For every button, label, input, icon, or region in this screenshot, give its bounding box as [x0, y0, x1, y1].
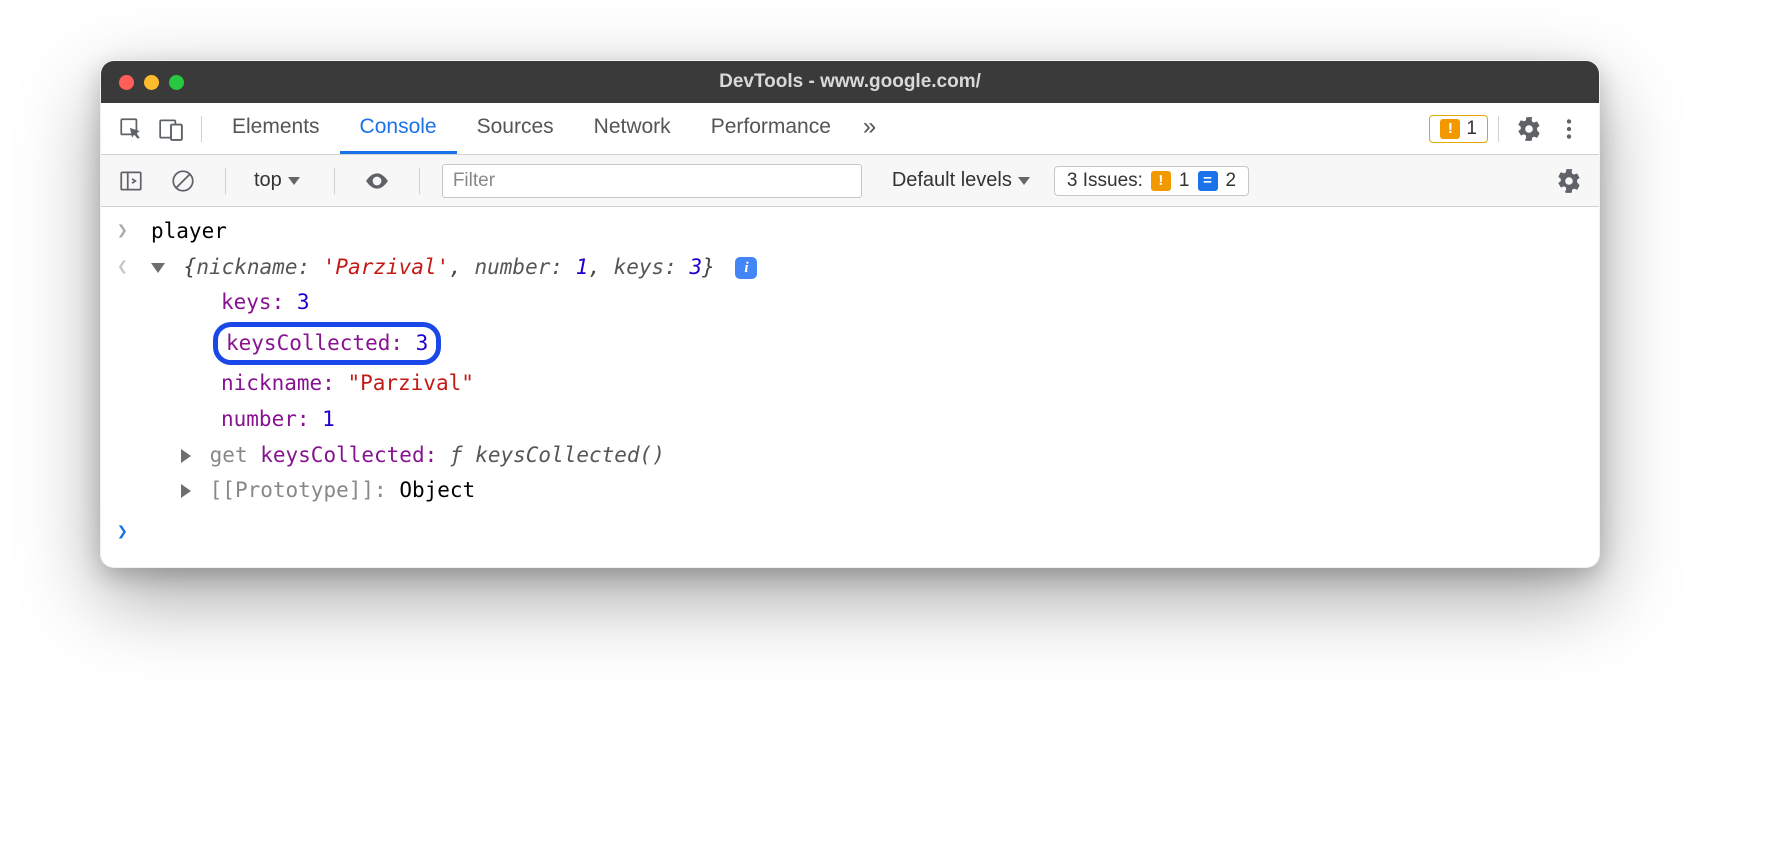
highlight-annotation: keysCollected: 3: [213, 322, 441, 366]
console-result[interactable]: ❮ {nickname: 'Parzival', number: 1, keys…: [117, 249, 1583, 285]
tab-performance[interactable]: Performance: [691, 103, 851, 154]
separator: [1498, 116, 1499, 142]
info-icon: =: [1198, 171, 1218, 191]
warning-icon: !: [1151, 171, 1171, 191]
console-settings-gear-icon[interactable]: [1549, 155, 1589, 206]
summary-key: keys:: [614, 255, 677, 279]
traffic-lights: [101, 75, 184, 90]
prop-value: 3: [416, 331, 429, 355]
summary-key: nickname:: [196, 255, 310, 279]
object-property: keys: 3: [117, 284, 1583, 320]
issues-warn-count: 1: [1179, 170, 1190, 192]
output-chevron-icon: ❮: [117, 249, 151, 282]
filter-input[interactable]: Filter: [442, 164, 862, 198]
prop-key: keys:: [221, 290, 284, 314]
object-property-highlighted: keysCollected: 3: [117, 320, 1583, 366]
log-levels-selector[interactable]: Default levels: [886, 169, 1042, 192]
titlebar: DevTools - www.google.com/: [101, 61, 1599, 103]
separator: [419, 168, 420, 194]
prop-value: "Parzival": [347, 371, 473, 395]
info-badge-icon[interactable]: i: [735, 257, 757, 279]
tabs-overflow-button[interactable]: »: [851, 103, 888, 154]
prop-key: number:: [221, 407, 310, 431]
separator: [201, 116, 202, 142]
context-label: top: [254, 169, 282, 192]
object-property: number: 1: [117, 401, 1583, 437]
getter-prefix: get: [210, 443, 261, 467]
minimize-window-button[interactable]: [144, 75, 159, 90]
close-window-button[interactable]: [119, 75, 134, 90]
chevron-down-icon: [288, 177, 300, 185]
object-property: nickname: "Parzival": [117, 365, 1583, 401]
disclosure-triangle-down-icon[interactable]: [151, 263, 165, 273]
console-prompt[interactable]: ❯: [117, 514, 1583, 547]
input-chevron-icon: ❯: [117, 213, 151, 246]
disclosure-triangle-right-icon[interactable]: [181, 449, 191, 463]
object-getter[interactable]: get keysCollected: ƒ keysCollected(): [117, 437, 1583, 473]
issues-button[interactable]: 3 Issues: ! 1 = 2: [1054, 166, 1249, 196]
tab-elements[interactable]: Elements: [212, 103, 340, 154]
tab-sources[interactable]: Sources: [457, 103, 574, 154]
separator: [225, 168, 226, 194]
console-output: ❯ player ❮ {nickname: 'Parzival', number…: [101, 207, 1599, 567]
warnings-badge[interactable]: ! 1: [1429, 115, 1488, 143]
live-expression-eye-icon[interactable]: [357, 155, 397, 206]
tab-network[interactable]: Network: [574, 103, 691, 154]
zoom-window-button[interactable]: [169, 75, 184, 90]
summary-val: 1: [576, 255, 589, 279]
prop-value: 3: [297, 290, 310, 314]
disclosure-triangle-right-icon[interactable]: [181, 484, 191, 498]
chevron-down-icon: [1018, 177, 1030, 185]
prop-key: nickname:: [221, 371, 335, 395]
device-toolbar-icon[interactable]: [151, 103, 191, 154]
warnings-count: 1: [1466, 118, 1477, 140]
window-title: DevTools - www.google.com/: [101, 71, 1599, 93]
prompt-chevron-icon: ❯: [117, 514, 151, 547]
separator: [334, 168, 335, 194]
tab-console[interactable]: Console: [340, 103, 457, 154]
summary-val: 3: [690, 255, 703, 279]
context-selector[interactable]: top: [248, 169, 312, 192]
summary-val: 'Parzival': [323, 255, 449, 279]
prop-key: keysCollected:: [226, 331, 403, 355]
filter-placeholder: Filter: [453, 170, 495, 192]
issues-label: 3 Issues:: [1067, 170, 1143, 192]
expression-text: player: [151, 213, 227, 249]
inspect-element-icon[interactable]: [111, 103, 151, 154]
kebab-menu-icon[interactable]: [1549, 103, 1589, 154]
settings-gear-icon[interactable]: [1509, 103, 1549, 154]
clear-console-icon[interactable]: [163, 155, 203, 206]
brace: }: [702, 255, 715, 279]
console-toolbar: top Filter Default levels 3 Issues: ! 1 …: [101, 155, 1599, 207]
levels-label: Default levels: [892, 169, 1012, 192]
warning-icon: !: [1440, 119, 1460, 139]
prop-value: 1: [322, 407, 335, 431]
summary-key: number:: [475, 255, 564, 279]
console-input-echo: ❯ player: [117, 213, 1583, 249]
prop-key: [[Prototype]]:: [210, 478, 387, 502]
prop-value: ƒ keysCollected(): [450, 443, 665, 467]
toggle-console-sidebar-icon[interactable]: [111, 155, 151, 206]
brace: {: [184, 255, 197, 279]
issues-info-count: 2: [1226, 170, 1237, 192]
devtools-window: DevTools - www.google.com/ Elements Cons…: [100, 60, 1600, 568]
prop-key: keysCollected:: [260, 443, 437, 467]
object-prototype[interactable]: [[Prototype]]: Object: [117, 472, 1583, 508]
devtools-tabstrip: Elements Console Sources Network Perform…: [101, 103, 1599, 155]
prop-value: Object: [399, 478, 475, 502]
